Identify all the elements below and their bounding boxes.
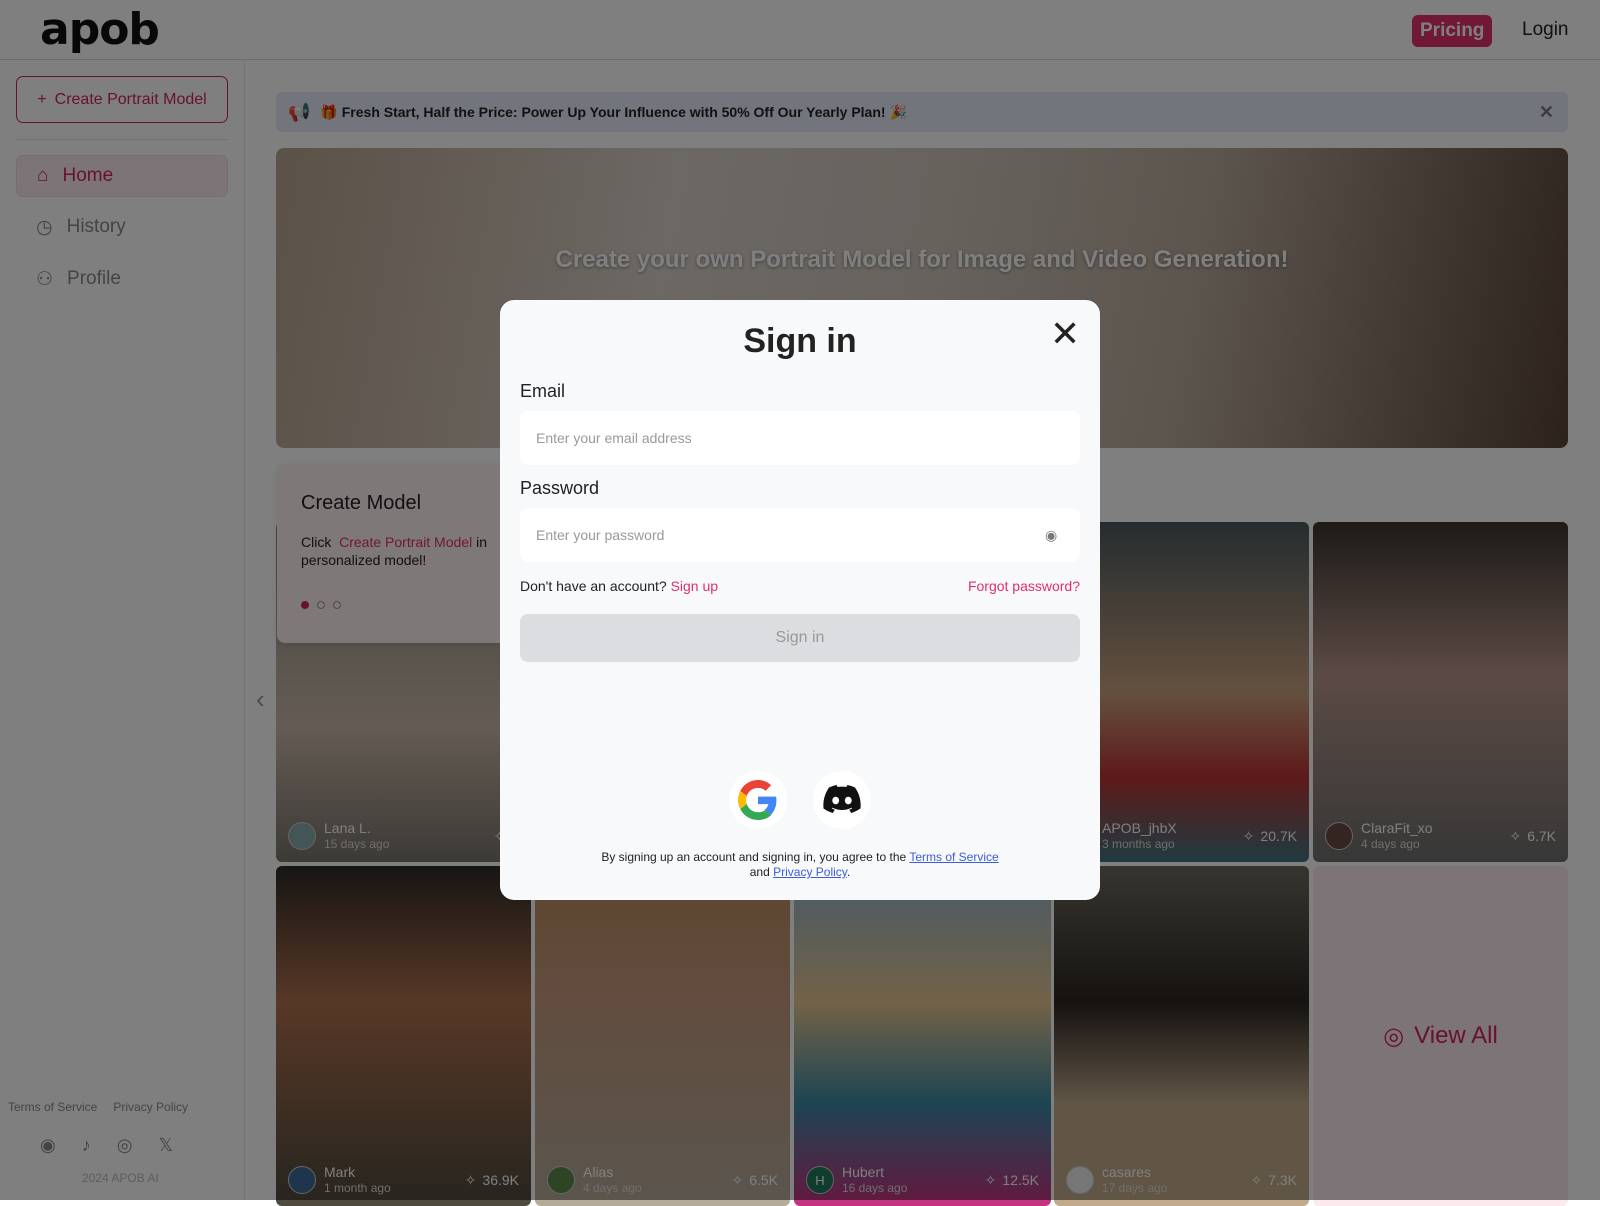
- discord-icon: [823, 785, 861, 813]
- terms-of-service-link[interactable]: Terms of Service: [909, 850, 998, 864]
- terms-text: By signing up an account and signing in,…: [601, 850, 907, 864]
- close-icon[interactable]: ✕: [1050, 316, 1080, 352]
- forgot-password-link[interactable]: Forgot password?: [968, 578, 1080, 594]
- terms-notice: By signing up an account and signing in,…: [601, 850, 999, 879]
- account-links: Don't have an account? Sign up Forgot pa…: [520, 578, 1080, 594]
- no-account-text: Don't have an account?: [520, 578, 667, 594]
- sign-in-button[interactable]: Sign in: [520, 614, 1080, 662]
- password-label: Password: [520, 478, 600, 498]
- eye-icon[interactable]: ◉: [1045, 527, 1057, 544]
- sign-in-modal: Sign in ✕ Email Password ◉ Don't have an…: [500, 300, 1100, 900]
- google-icon: [738, 780, 777, 820]
- discord-login-button[interactable]: [813, 771, 871, 829]
- terms-text: and: [749, 865, 770, 879]
- password-field[interactable]: [520, 508, 1080, 562]
- privacy-policy-link[interactable]: Privacy Policy: [773, 865, 847, 879]
- google-login-button[interactable]: [729, 771, 787, 829]
- email-label: Email: [520, 381, 566, 401]
- modal-title: Sign in: [743, 322, 857, 360]
- email-field[interactable]: [520, 411, 1080, 465]
- sign-up-link[interactable]: Sign up: [671, 578, 718, 594]
